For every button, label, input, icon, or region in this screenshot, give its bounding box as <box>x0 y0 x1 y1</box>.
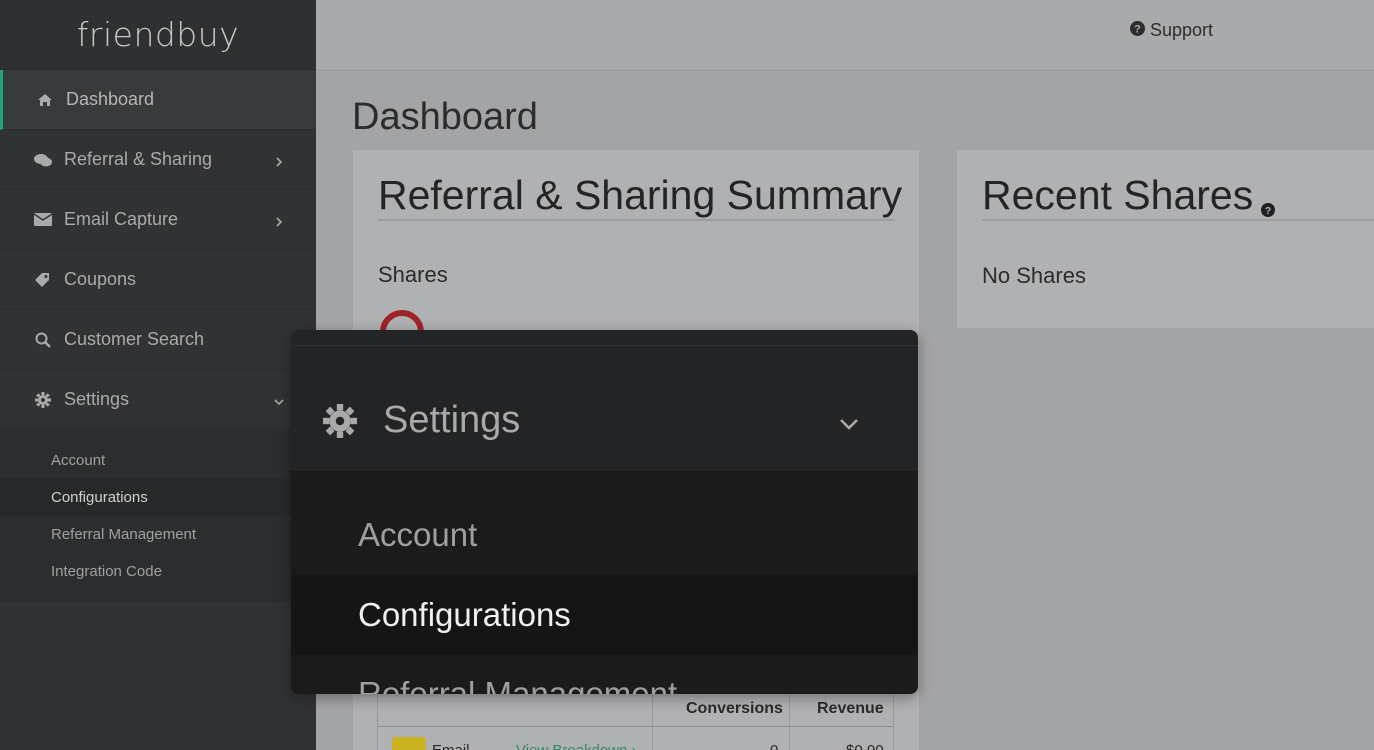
sidebar-item-email-capture[interactable]: Email Capture <box>0 190 316 250</box>
zoom-item-referral-management[interactable]: Referral Management <box>291 655 918 694</box>
chevron-down-icon <box>837 412 861 441</box>
column-header-revenue: Revenue <box>817 700 884 717</box>
submenu-item-referral-management[interactable]: Referral Management <box>0 516 316 553</box>
top-bar: ? Support <box>316 0 1374 71</box>
sidebar-item-dashboard[interactable]: Dashboard <box>0 70 316 130</box>
question-circle-icon: ? <box>1129 20 1145 41</box>
chevron-down-icon <box>272 393 286 407</box>
revenue-value: $0.00 <box>846 742 884 750</box>
support-label: Support <box>1149 20 1213 40</box>
sidebar-item-label: Customer Search <box>64 329 205 349</box>
home-icon <box>36 91 54 109</box>
sidebar-item-referral-sharing[interactable]: Referral & Sharing <box>0 130 316 190</box>
tag-icon <box>34 271 52 289</box>
column-header-conversions: Conversions <box>686 700 783 717</box>
gear-icon <box>34 391 52 409</box>
submenu-item-configurations[interactable]: Configurations <box>0 479 316 516</box>
sidebar-item-label: Referral & Sharing <box>64 149 213 169</box>
brand-logo[interactable]: friendbuy <box>0 0 316 70</box>
zoom-settings-label: Settings <box>383 399 521 441</box>
sidebar-item-label: Coupons <box>64 269 137 289</box>
page-title: Dashboard <box>352 96 538 138</box>
table-divider <box>893 694 894 750</box>
sidebar: friendbuy Dashboard Referral & Sharing E… <box>0 0 316 750</box>
recent-shares-title-text: Recent Shares <box>982 172 1254 218</box>
shares-label: Shares <box>378 262 448 287</box>
svg-text:?: ? <box>1134 24 1141 36</box>
support-link[interactable]: ? Support <box>1129 20 1213 41</box>
email-channel-icon <box>392 737 426 750</box>
svg-text:?: ? <box>1265 206 1271 217</box>
table-divider <box>378 726 893 727</box>
table-divider <box>789 694 790 750</box>
channel-name: Email <box>432 742 470 750</box>
divider <box>291 330 918 346</box>
sidebar-item-label: Dashboard <box>66 89 155 109</box>
view-breakdown-link[interactable]: View Breakdown › <box>516 742 637 750</box>
zoom-settings-row[interactable]: Settings <box>291 346 918 471</box>
settings-submenu: Account Configurations Referral Manageme… <box>0 430 316 602</box>
submenu-item-integration-code[interactable]: Integration Code <box>0 553 316 590</box>
sidebar-item-settings[interactable]: Settings <box>0 370 316 430</box>
table-divider <box>652 694 653 750</box>
chevron-right-icon <box>272 153 286 167</box>
summary-table: Conversions Revenue Email View Breakdown… <box>377 694 894 750</box>
envelope-icon <box>34 211 52 229</box>
search-icon <box>34 331 52 349</box>
chat-bubbles-icon <box>34 151 52 169</box>
submenu-item-account[interactable]: Account <box>0 442 316 479</box>
sidebar-item-coupons[interactable]: Coupons <box>0 250 316 310</box>
settings-zoom-popup: Settings Account Configurations Referral… <box>291 330 918 694</box>
divider <box>982 219 1374 221</box>
gear-icon <box>323 404 357 443</box>
divider <box>378 219 894 221</box>
no-shares-text: No Shares <box>982 263 1086 288</box>
zoom-item-configurations[interactable]: Configurations <box>291 575 918 655</box>
sidebar-item-customer-search[interactable]: Customer Search <box>0 310 316 370</box>
chevron-right-icon <box>272 213 286 227</box>
summary-card-title: Referral & Sharing Summary <box>378 172 903 218</box>
sidebar-item-label: Settings <box>64 389 130 409</box>
conversions-value: 0 <box>770 742 778 750</box>
sidebar-item-label: Email Capture <box>64 209 179 229</box>
zoom-item-account[interactable]: Account <box>291 495 918 575</box>
